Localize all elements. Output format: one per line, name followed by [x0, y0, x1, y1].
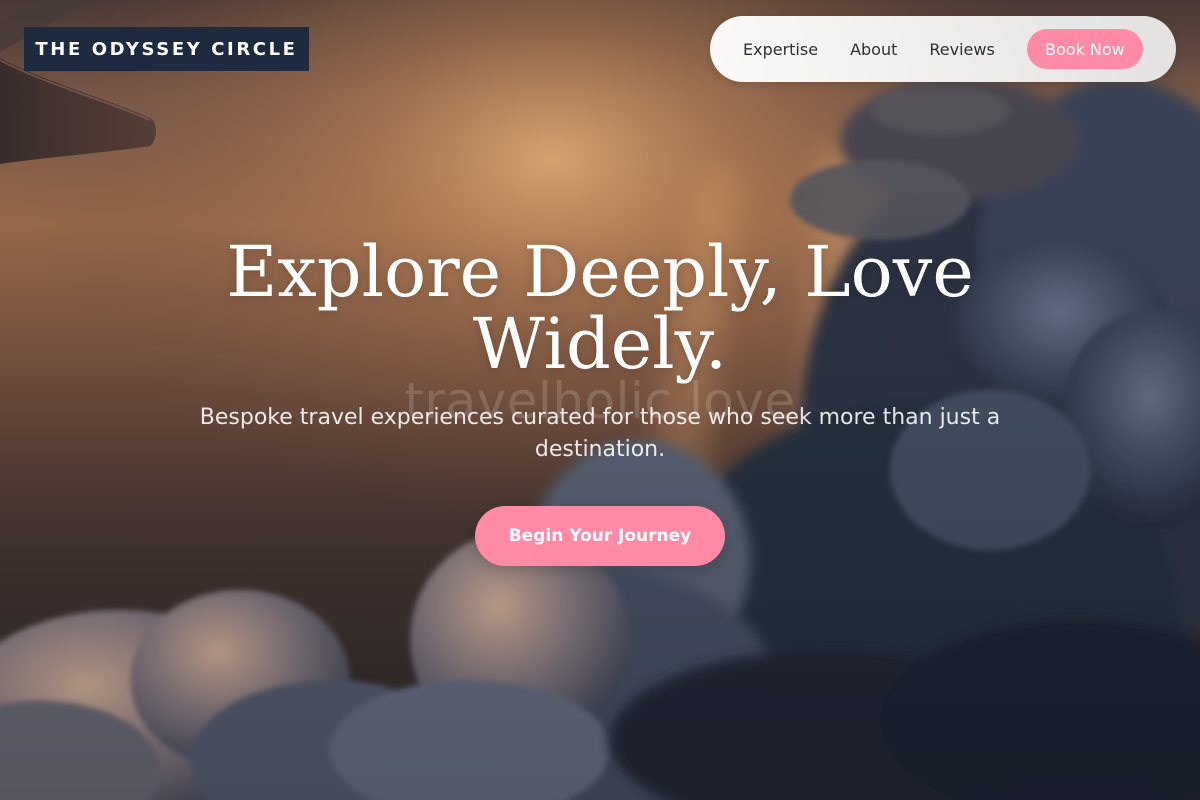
hero-headline-line-2: Widely.: [472, 303, 728, 385]
hero-subtitle: Bespoke travel experiences curated for t…: [199, 405, 1001, 462]
hero-section: travelholic.love Explore Deeply, Love Wi…: [0, 0, 1200, 800]
begin-journey-button[interactable]: Begin Your Journey: [475, 506, 725, 566]
hero-headline: Explore Deeply, Love Widely.: [200, 236, 1000, 380]
hero-headline-line-1: Explore Deeply, Love: [226, 231, 974, 313]
